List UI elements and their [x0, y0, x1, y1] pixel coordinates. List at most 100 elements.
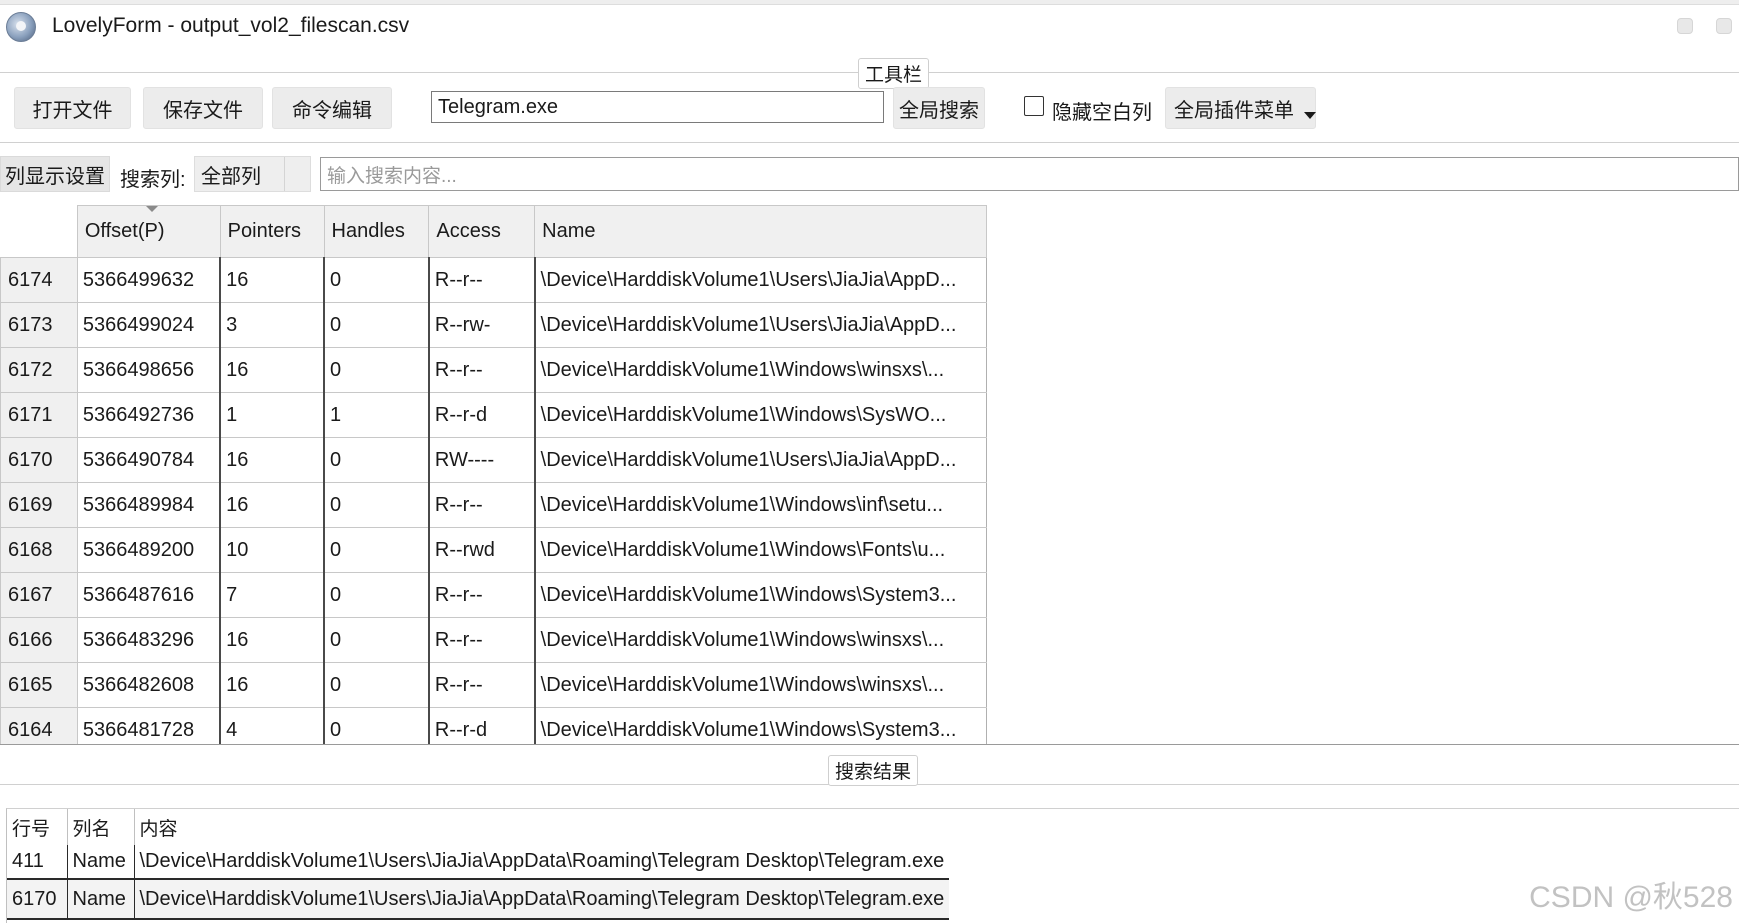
results-header-line[interactable]: 行号 — [7, 809, 68, 845]
pointers-cell[interactable]: 16 — [219, 482, 325, 528]
name-cell[interactable]: \Device\HarddiskVolume1\Windows\winsxs\.… — [533, 347, 987, 393]
offset-cell[interactable]: 5366498656 — [76, 347, 221, 393]
row-header[interactable]: 6164 — [0, 707, 78, 745]
search-column-select[interactable]: 全部列 — [194, 156, 311, 192]
handles-cell[interactable]: 0 — [323, 662, 430, 708]
result-content-cell[interactable]: \Device\HarddiskVolume1\Users\JiaJia\App… — [134, 878, 950, 920]
row-header[interactable]: 6171 — [0, 392, 78, 438]
content-search-input[interactable]: 输入搜索内容... — [320, 157, 1739, 191]
offset-cell[interactable]: 5366489984 — [76, 482, 221, 528]
name-cell[interactable]: \Device\HarddiskVolume1\Windows\System3.… — [533, 707, 987, 745]
row-header[interactable]: 6165 — [0, 662, 78, 708]
handles-cell[interactable]: 0 — [323, 527, 430, 573]
pointers-cell[interactable]: 16 — [219, 347, 325, 393]
pointers-cell[interactable]: 4 — [219, 707, 325, 745]
column-header-handles[interactable]: Handles — [323, 205, 430, 258]
global-search-button[interactable]: 全局搜索 — [893, 87, 985, 129]
column-header-name[interactable]: Name — [534, 205, 987, 258]
results-header-content[interactable]: 内容 — [134, 809, 949, 845]
row-header[interactable]: 6172 — [0, 347, 78, 393]
pointers-cell[interactable]: 7 — [219, 572, 325, 618]
table-row[interactable]: 6166 5366483296 16 0 R--r-- \Device\HarddiskV… — [0, 617, 987, 663]
minimize-icon[interactable] — [1677, 18, 1693, 34]
offset-cell[interactable]: 5366483296 — [76, 617, 221, 663]
name-cell[interactable]: \Device\HarddiskVolume1\Windows\inf\setu… — [533, 482, 987, 528]
select-dropdown-icon[interactable] — [284, 157, 310, 191]
handles-cell[interactable]: 0 — [323, 572, 430, 618]
name-cell[interactable]: \Device\HarddiskVolume1\Windows\Fonts\u.… — [533, 527, 987, 573]
access-cell[interactable]: R--rwd — [427, 527, 536, 573]
offset-cell[interactable]: 5366487616 — [76, 572, 221, 618]
pointers-cell[interactable]: 16 — [219, 257, 325, 303]
offset-cell[interactable]: 5366481728 — [76, 707, 221, 745]
offset-cell[interactable]: 5366499024 — [76, 302, 221, 348]
row-header[interactable]: 6169 — [0, 482, 78, 528]
access-cell[interactable]: R--r-- — [427, 572, 536, 618]
handles-cell[interactable]: 1 — [323, 392, 430, 438]
access-cell[interactable]: R--r-d — [427, 707, 536, 745]
access-cell[interactable]: R--r-- — [427, 662, 536, 708]
offset-cell[interactable]: 5366492736 — [76, 392, 221, 438]
result-line-cell[interactable]: 6170 — [7, 878, 68, 920]
handles-cell[interactable]: 0 — [323, 707, 430, 745]
access-cell[interactable]: R--r-d — [427, 392, 536, 438]
table-row[interactable]: 6171 5366492736 1 1 R--r-d \Device\HarddiskVo… — [0, 392, 987, 438]
row-header[interactable]: 6174 — [0, 257, 78, 303]
handles-cell[interactable]: 0 — [323, 302, 430, 348]
row-header[interactable]: 6166 — [0, 617, 78, 663]
column-header-offset[interactable]: Offset(P) — [76, 205, 221, 258]
save-file-button[interactable]: 保存文件 — [143, 87, 263, 129]
pointers-cell[interactable]: 1 — [219, 392, 325, 438]
result-content-cell[interactable]: \Device\HarddiskVolume1\Users\JiaJia\App… — [134, 845, 949, 879]
offset-cell[interactable]: 5366499632 — [76, 257, 221, 303]
pointers-cell[interactable]: 10 — [219, 527, 325, 573]
handles-cell[interactable]: 0 — [323, 617, 430, 663]
row-header[interactable]: 6167 — [0, 572, 78, 618]
offset-cell[interactable]: 5366482608 — [76, 662, 221, 708]
offset-cell[interactable]: 5366489200 — [76, 527, 221, 573]
pointers-cell[interactable]: 16 — [219, 662, 325, 708]
table-row[interactable]: 6173 5366499024 3 0 R--rw- \Device\HarddiskVo… — [0, 302, 987, 348]
access-cell[interactable]: R--r-- — [427, 617, 536, 663]
plugin-menu-button[interactable]: 全局插件菜单 — [1165, 87, 1316, 129]
column-header-access[interactable]: Access — [428, 205, 536, 258]
access-cell[interactable]: R--rw- — [427, 302, 536, 348]
table-row[interactable]: 6165 5366482608 16 0 R--r-- \Device\HarddiskV… — [0, 662, 987, 708]
open-file-button[interactable]: 打开文件 — [14, 87, 131, 129]
grid-corner[interactable] — [0, 205, 78, 258]
column-header-pointers[interactable]: Pointers — [219, 205, 325, 258]
results-header-column[interactable]: 列名 — [67, 809, 135, 845]
row-header[interactable]: 6168 — [0, 527, 78, 573]
handles-cell[interactable]: 0 — [323, 482, 430, 528]
row-header[interactable]: 6173 — [0, 302, 78, 348]
access-cell[interactable]: RW---- — [427, 437, 536, 483]
offset-cell[interactable]: 5366490784 — [76, 437, 221, 483]
name-cell[interactable]: \Device\HarddiskVolume1\Users\JiaJia\App… — [533, 302, 987, 348]
access-cell[interactable]: R--r-- — [427, 482, 536, 528]
pointers-cell[interactable]: 3 — [219, 302, 325, 348]
table-row[interactable]: 6170 5366490784 16 0 RW---- \Device\HarddiskV… — [0, 437, 987, 483]
handles-cell[interactable]: 0 — [323, 257, 430, 303]
column-settings-button[interactable]: 列显示设置 — [0, 156, 110, 192]
table-row[interactable]: 6164 5366481728 4 0 R--r-d \Device\HarddiskVo… — [0, 707, 987, 745]
result-column-cell[interactable]: Name — [67, 878, 135, 920]
hide-empty-columns-checkbox[interactable] — [1024, 96, 1044, 116]
name-cell[interactable]: \Device\HarddiskVolume1\Users\JiaJia\App… — [533, 437, 987, 483]
row-header[interactable]: 6170 — [0, 437, 78, 483]
result-row[interactable]: 411 Name \Device\HarddiskVolume1\Users\Jia… — [7, 845, 949, 879]
pointers-cell[interactable]: 16 — [219, 437, 325, 483]
name-cell[interactable]: \Device\HarddiskVolume1\Windows\winsxs\.… — [533, 617, 987, 663]
global-search-input[interactable]: Telegram.exe — [431, 91, 884, 123]
table-row[interactable]: 6168 5366489200 10 0 R--rwd \Device\HarddiskV… — [0, 527, 987, 573]
result-line-cell[interactable]: 411 — [7, 845, 68, 879]
result-row[interactable]: 6170 Name \Device\HarddiskVolume1\Users\Ji… — [7, 878, 950, 920]
table-row[interactable]: 6172 5366498656 16 0 R--r-- \Device\HarddiskV… — [0, 347, 987, 393]
name-cell[interactable]: \Device\HarddiskVolume1\Windows\System3.… — [533, 572, 987, 618]
table-row[interactable]: 6169 5366489984 16 0 R--r-- \Device\HarddiskV… — [0, 482, 987, 528]
pointers-cell[interactable]: 16 — [219, 617, 325, 663]
command-edit-button[interactable]: 命令编辑 — [272, 87, 392, 129]
name-cell[interactable]: \Device\HarddiskVolume1\Users\JiaJia\App… — [533, 257, 987, 303]
table-row[interactable]: 6174 5366499632 16 0 R--r-- \Device\HarddiskV… — [0, 257, 987, 303]
access-cell[interactable]: R--r-- — [427, 347, 536, 393]
table-row[interactable]: 6167 5366487616 7 0 R--r-- \Device\HarddiskVo… — [0, 572, 987, 618]
